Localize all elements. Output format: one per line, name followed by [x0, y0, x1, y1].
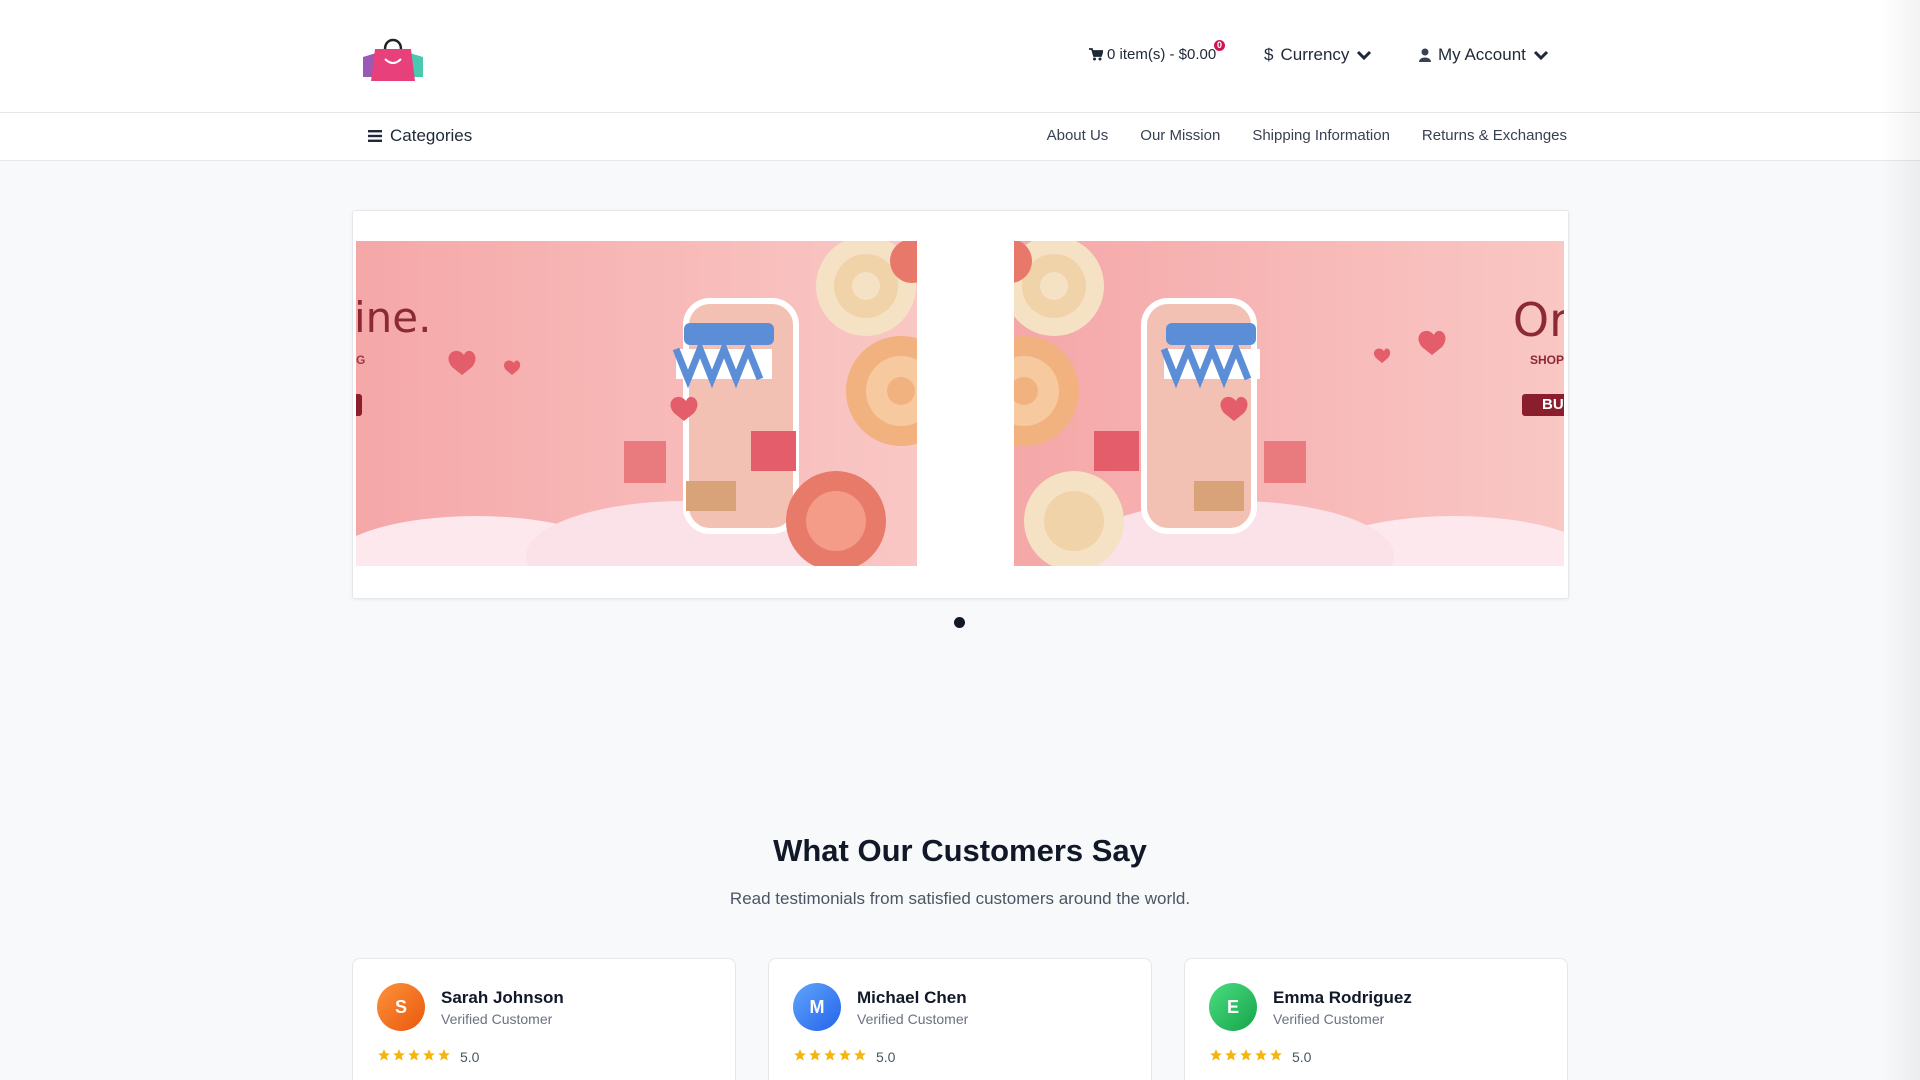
testimonial-card: E Emma Rodriguez Verified Customer 5.0 [1184, 958, 1568, 1080]
rating-value: 5.0 [1292, 1049, 1312, 1065]
banner-subtext: SHOP [1529, 353, 1564, 367]
banner-illustration [356, 241, 917, 566]
chevron-down-icon [1357, 50, 1372, 61]
customer-name: Michael Chen [857, 988, 967, 1007]
banner-illustration [1014, 241, 1564, 566]
promo-banner-right[interactable]: Or SHOP BU [1014, 241, 1564, 566]
testimonials-subtitle: Read testimonials from satisfied custome… [729, 889, 1191, 908]
star-rating [1209, 1048, 1283, 1062]
star-icon [1240, 1049, 1252, 1061]
account-label: My Account [1438, 45, 1526, 64]
customer-role: Verified Customer [1273, 1011, 1385, 1027]
star-icon [1210, 1049, 1222, 1061]
cart-count-badge: 0 [1214, 40, 1225, 51]
avatar: E [1209, 983, 1257, 1031]
banner-cta-button[interactable] [356, 394, 362, 416]
customer-role: Verified Customer [857, 1011, 969, 1027]
categories-menu-button[interactable]: Categories [368, 126, 472, 146]
banner-headline: ine. [356, 293, 432, 342]
categories-label: Categories [390, 126, 473, 145]
customer-name: Emma Rodriguez [1273, 988, 1412, 1007]
hamburger-menu-icon [368, 130, 382, 142]
testimonials-title: What Our Customers Say [773, 833, 1147, 868]
star-icon [393, 1049, 405, 1061]
cart-summary: 0 item(s) - $0.00 [1107, 46, 1217, 63]
star-icon [1225, 1049, 1237, 1061]
star-icon [438, 1049, 450, 1061]
customer-name: Sarah Johnson [441, 988, 564, 1007]
nav-link-shipping-information[interactable]: Shipping Information [1252, 127, 1390, 144]
banner-subtext: G [356, 353, 366, 367]
nav-links: About Us Our Mission Shipping Informatio… [1047, 127, 1567, 144]
star-icon [794, 1049, 806, 1061]
star-rating [793, 1048, 867, 1062]
banner-headline: Or [1512, 293, 1564, 347]
rating-value: 5.0 [460, 1049, 480, 1065]
shopping-bag-logo-icon[interactable] [361, 31, 425, 83]
nav-link-our-mission[interactable]: Our Mission [1140, 127, 1220, 144]
promo-banner-left[interactable]: ine. G [356, 241, 917, 566]
nav-bar: Categories About Us Our Mission Shipping… [0, 113, 1920, 161]
currency-dropdown[interactable]: $ Currency [1264, 45, 1372, 65]
star-rating [377, 1048, 451, 1062]
nav-link-returns-exchanges[interactable]: Returns & Exchanges [1422, 127, 1567, 144]
header: 0 item(s) - $0.00 0 $ Currency My Accoun… [0, 0, 1920, 113]
avatar: M [793, 983, 841, 1031]
banner-cta-button[interactable]: BU [1522, 394, 1564, 416]
star-icon [824, 1049, 836, 1061]
currency-label: Currency [1280, 45, 1350, 64]
avatar: S [377, 983, 425, 1031]
star-icon [839, 1049, 851, 1061]
star-icon [408, 1049, 420, 1061]
testimonial-card: S Sarah Johnson Verified Customer 5.0 [352, 958, 736, 1080]
star-icon [854, 1049, 866, 1061]
star-icon [423, 1049, 435, 1061]
testimonial-card: M Michael Chen Verified Customer 5.0 [768, 958, 1152, 1080]
cart-link[interactable]: 0 item(s) - $0.00 [1089, 46, 1216, 63]
star-icon [1255, 1049, 1267, 1061]
star-icon [1270, 1049, 1282, 1061]
rating-value: 5.0 [876, 1049, 896, 1065]
page-edge-shadow [1880, 0, 1920, 1080]
chevron-down-icon [1533, 50, 1548, 61]
dollar-icon: $ [1264, 45, 1274, 64]
slider-pagination-dot[interactable] [954, 617, 965, 628]
banner-slider[interactable]: ine. G Or SHOP BU [352, 210, 1569, 599]
star-icon [809, 1049, 821, 1061]
user-icon [1419, 48, 1431, 62]
customer-role: Verified Customer [441, 1011, 553, 1027]
cart-icon [1089, 48, 1103, 61]
star-icon [378, 1049, 390, 1061]
nav-link-about-us[interactable]: About Us [1047, 127, 1109, 144]
my-account-dropdown[interactable]: My Account [1419, 45, 1549, 65]
